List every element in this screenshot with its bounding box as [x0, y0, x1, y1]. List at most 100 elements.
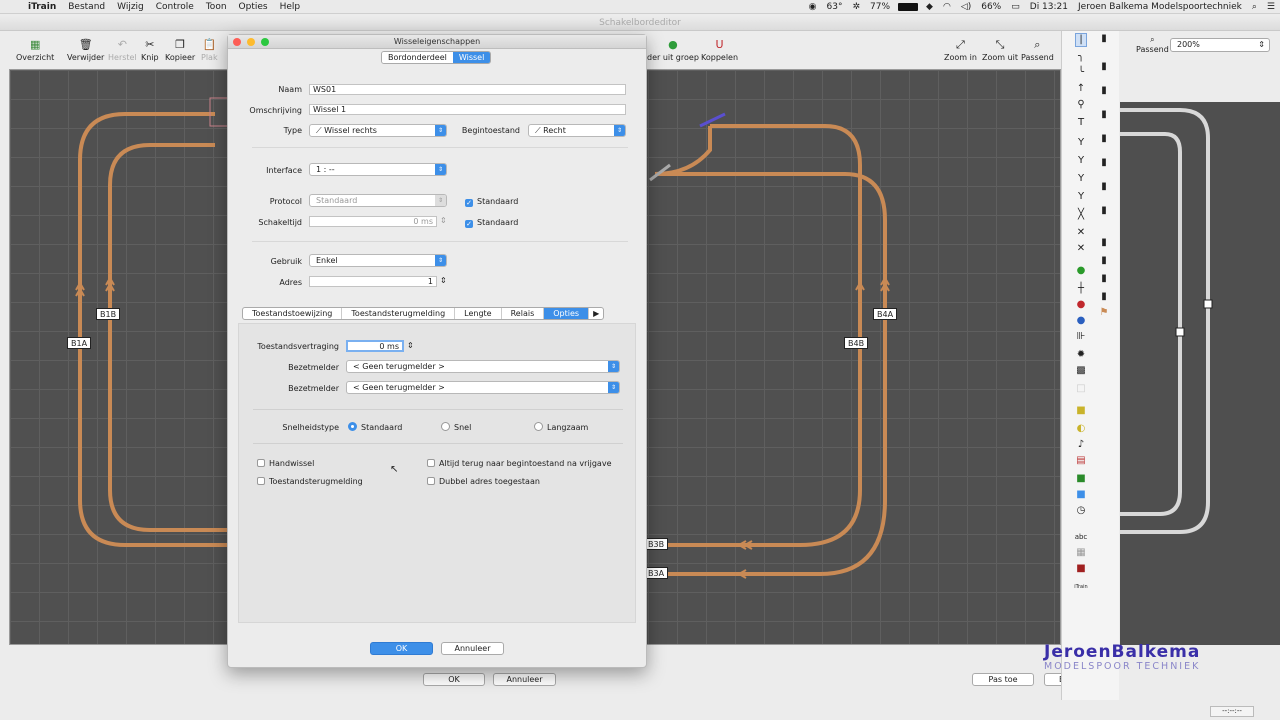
palette-table-icon[interactable]: ▦	[1075, 547, 1087, 559]
tab-toestandstoewijzing[interactable]: Toestandstoewijzing	[243, 308, 343, 319]
tab-wissel[interactable]: Wissel	[452, 52, 491, 63]
palette-signal4-icon[interactable]: ▮	[1098, 109, 1110, 121]
zoom-button[interactable]	[261, 38, 269, 46]
begintoestand-select[interactable]: ⟋ Recht ⇕	[528, 124, 626, 137]
snelheid-standaard-radio[interactable]: Standaard	[348, 422, 402, 433]
altijd-terug-checkbox[interactable]: Altijd terug naar begintoestand na vrijg…	[427, 459, 612, 469]
palette-flag-icon[interactable]: ⚑	[1098, 307, 1110, 319]
overzicht-button[interactable]: ▦ Overzicht	[16, 39, 54, 63]
fan-icon[interactable]: ✲	[847, 2, 865, 12]
block-b1b[interactable]: B1B	[96, 308, 121, 320]
temperature-status[interactable]: 63°	[822, 2, 848, 12]
type-select[interactable]: ⟋ Wissel rechts ⇕	[309, 124, 447, 137]
zoom-uit-button[interactable]: ⤡ Zoom uit	[982, 39, 1018, 63]
stepper-icon[interactable]: ⇕	[407, 341, 414, 350]
toestandsvertraging-field[interactable]: 0 ms	[346, 340, 404, 352]
palette-signal-icon[interactable]: ▮	[1098, 33, 1110, 45]
verwijder-button[interactable]: 🗑 Verwijder	[67, 39, 104, 63]
cpu-status[interactable]: 77%	[865, 2, 895, 12]
palette-arrow-icon[interactable]: ↑	[1075, 83, 1087, 95]
menu-opties[interactable]: Opties	[233, 2, 274, 12]
minimize-button[interactable]	[247, 38, 255, 46]
annuleer-button[interactable]: Annuleer	[441, 642, 504, 655]
menu-wijzig[interactable]: Wijzig	[111, 2, 150, 12]
right-passend-button[interactable]: ⌕ Passend	[1136, 35, 1169, 54]
search-icon[interactable]: ⌕	[1247, 2, 1262, 12]
plak-button[interactable]: 📋 Plak	[201, 39, 218, 63]
volume-icon[interactable]: ◁)	[956, 2, 976, 12]
block-b4b[interactable]: B4B	[844, 337, 869, 349]
protocol-select[interactable]: Standaard ⇕	[309, 194, 447, 207]
schakeltijd-field[interactable]: 0 ms	[309, 216, 437, 227]
palette-signal8-icon[interactable]: ▮	[1098, 205, 1110, 217]
palette-crossing-icon[interactable]: ╳	[1075, 209, 1087, 221]
tabs-more-arrow-icon[interactable]: ▶	[589, 308, 603, 319]
zoom-in-button[interactable]: ⤢ Zoom in	[944, 39, 977, 63]
user-name[interactable]: Jeroen Balkema Modelspoortechniek	[1073, 2, 1247, 12]
palette-switch4-icon[interactable]: Y	[1075, 191, 1087, 203]
knip-button[interactable]: ✂ Knip	[141, 39, 159, 63]
passend-button[interactable]: ⌕ Passend	[1021, 39, 1054, 63]
palette-cross-icon[interactable]: ✕	[1075, 243, 1087, 255]
editor-annuleer-button[interactable]: Annuleer	[493, 673, 556, 686]
palette-image-icon[interactable]: ■	[1075, 563, 1087, 575]
menu-app[interactable]: iTrain	[20, 2, 62, 12]
wifi-icon[interactable]: ◠	[938, 2, 956, 12]
snelheid-langzaam-radio[interactable]: Langzaam	[534, 422, 588, 433]
palette-turntable-icon[interactable]: ✹	[1075, 349, 1087, 361]
naam-field[interactable]: WS01	[309, 84, 626, 95]
palette-signal5-icon[interactable]: ▮	[1098, 133, 1110, 145]
palette-signal12-icon[interactable]: ▮	[1098, 291, 1110, 303]
dropbox-icon[interactable]: ◆	[921, 2, 938, 12]
block-b4a[interactable]: B4A	[873, 308, 898, 320]
palette-green-light-icon[interactable]: ●	[1075, 265, 1087, 277]
palette-green-icon[interactable]: ■	[1075, 473, 1087, 485]
schakeltijd-standaard-checkbox[interactable]: ✓ Standaard	[465, 218, 518, 228]
palette-signal2-icon[interactable]: ▮	[1098, 61, 1110, 73]
palette-blue-light-icon[interactable]: ●	[1075, 315, 1087, 327]
handwissel-checkbox[interactable]: Handwissel	[257, 459, 314, 469]
block-b3b[interactable]: B3B	[644, 538, 669, 550]
palette-switch2-icon[interactable]: Y	[1075, 155, 1087, 167]
palette-slip-icon[interactable]: ✕	[1075, 227, 1087, 239]
palette-signal9-icon[interactable]: ▮	[1098, 237, 1110, 249]
palette-signal3-icon[interactable]: ▮	[1098, 85, 1110, 97]
overview-map[interactable]	[1120, 102, 1280, 645]
koppelen-button[interactable]: U Koppelen	[701, 39, 738, 63]
stepper-icon[interactable]: ⇕	[440, 276, 447, 285]
zoom-select[interactable]: 200% ⇕	[1170, 38, 1270, 52]
tab-relais[interactable]: Relais	[502, 308, 545, 319]
palette-end-icon[interactable]: ⚲	[1075, 99, 1087, 111]
toestandsterugmelding-checkbox[interactable]: Toestandsterugmelding	[257, 477, 363, 487]
block-b1a[interactable]: B1A	[67, 337, 92, 349]
menu-bestand[interactable]: Bestand	[62, 2, 111, 12]
palette-switch-icon[interactable]: Y	[1075, 137, 1087, 149]
tab-opties[interactable]: Opties	[544, 308, 590, 319]
palette-empty-icon[interactable]: □	[1075, 383, 1087, 395]
palette-clock-icon[interactable]: ◷	[1075, 505, 1087, 517]
stepper-icon[interactable]: ⇕	[440, 216, 447, 225]
tab-toestandsterugmelding[interactable]: Toestandsterugmelding	[342, 308, 456, 319]
monitor-icon[interactable]	[898, 3, 919, 11]
palette-signal11-icon[interactable]: ▮	[1098, 273, 1110, 285]
ok-button[interactable]: OK	[370, 642, 433, 655]
palette-sound-icon[interactable]: ♪	[1075, 439, 1087, 451]
bezetmelder-select-1[interactable]: < Geen terugmelder > ⇕	[346, 360, 620, 373]
palette-bumper-icon[interactable]: ⊪	[1075, 331, 1087, 343]
kopieer-button[interactable]: ❐ Kopieer	[165, 39, 195, 63]
uit-groep-button[interactable]: ● der uit groep	[647, 39, 699, 63]
gebruik-select[interactable]: Enkel ⇕	[309, 254, 447, 267]
tab-bordonderdeel[interactable]: Bordonderdeel	[382, 52, 453, 63]
clock[interactable]: Di 13:21	[1025, 2, 1073, 12]
omschrijving-field[interactable]: Wissel 1	[309, 104, 626, 115]
palette-straight-icon[interactable]: |	[1075, 33, 1087, 47]
palette-curve-icon[interactable]: ╮	[1075, 51, 1087, 63]
palette-red-light-icon[interactable]: ●	[1075, 299, 1087, 311]
palette-curve2-icon[interactable]: ╰	[1075, 67, 1087, 79]
battery-icon[interactable]: ▭	[1006, 2, 1025, 12]
palette-module-icon[interactable]: ▩	[1075, 365, 1087, 377]
herstel-button[interactable]: ↶ Herstel	[108, 39, 137, 63]
palette-buffer-icon[interactable]: T	[1075, 117, 1087, 129]
menu-help[interactable]: Help	[274, 2, 307, 12]
tab-lengte[interactable]: Lengte	[455, 308, 502, 319]
